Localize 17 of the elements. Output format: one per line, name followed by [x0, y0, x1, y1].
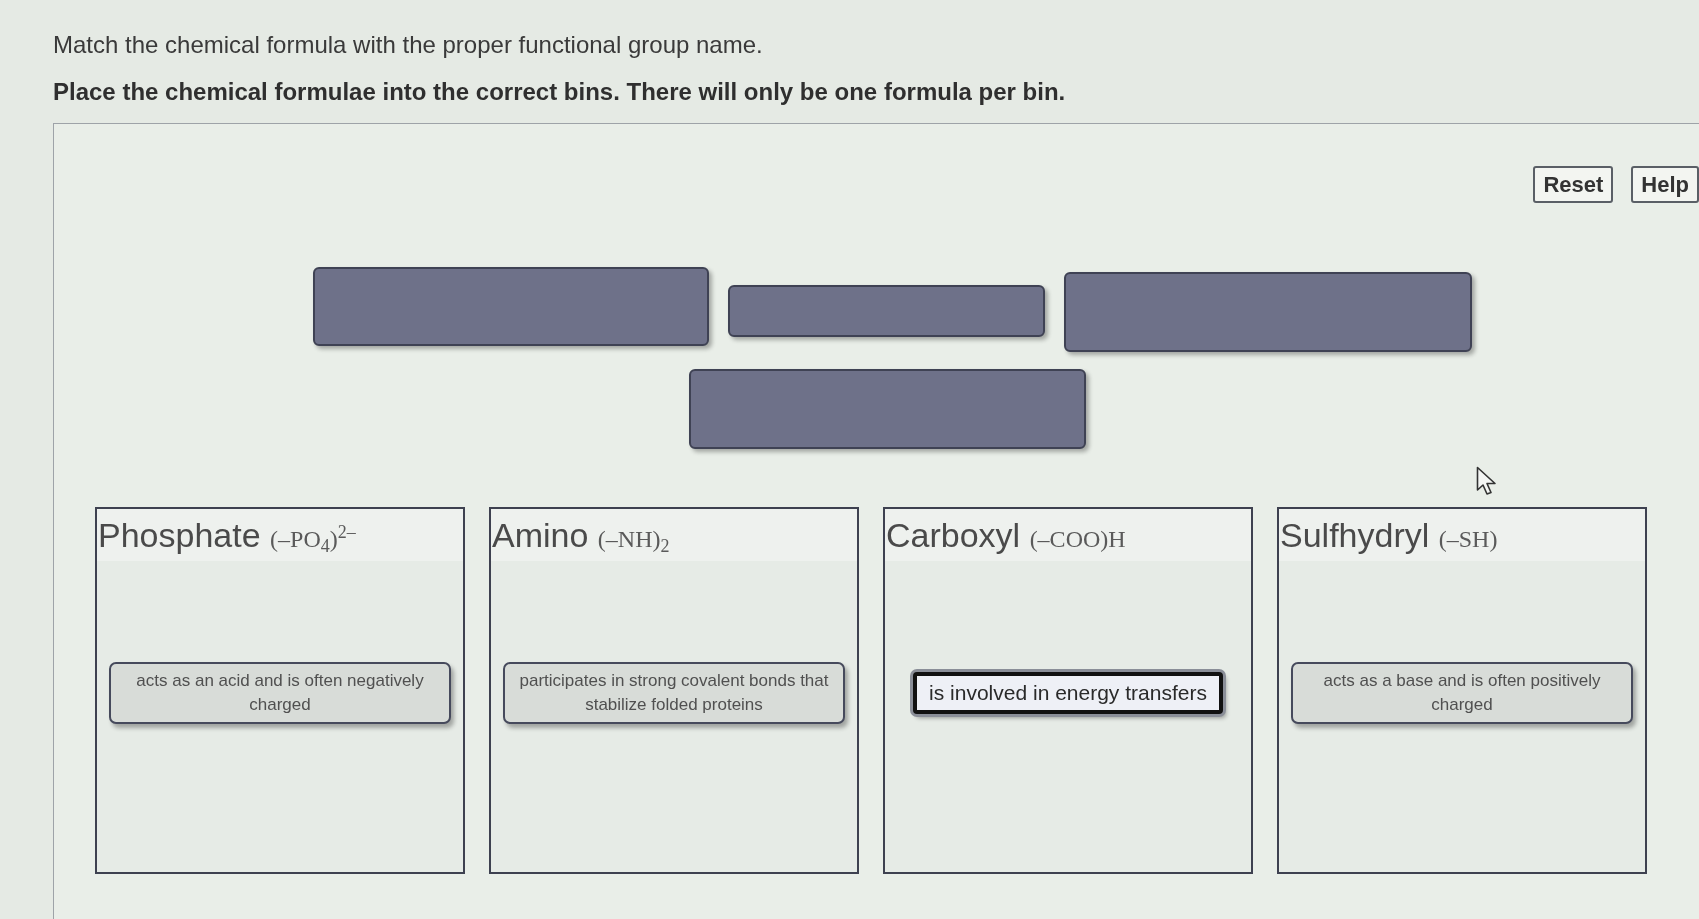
- drop-target[interactable]: [1064, 272, 1472, 352]
- reset-button[interactable]: Reset: [1533, 166, 1614, 203]
- instruction-text: Match the chemical formula with the proper functional group name.: [53, 30, 764, 60]
- drop-target[interactable]: [313, 267, 709, 346]
- answer-card[interactable]: is involved in energy transfers: [913, 672, 1223, 714]
- drop-target[interactable]: [689, 369, 1086, 449]
- drop-target[interactable]: [728, 285, 1045, 337]
- bin-heading: Sulfhydryl (–SH): [1279, 509, 1645, 561]
- bin-heading: Phosphate (–PO$_{4}$)$^{2–}$: [97, 509, 463, 561]
- answer-card[interactable]: acts as a base and is often positively charged: [1291, 662, 1633, 724]
- help-button[interactable]: Help: [1631, 166, 1699, 203]
- answer-card[interactable]: participates in strong covalent bonds that stabilize folded proteins: [503, 662, 845, 724]
- answer-card[interactable]: acts as an acid and is often negatively charged: [109, 662, 451, 724]
- cursor-icon: [1476, 466, 1498, 496]
- bin-heading: Carboxyl (–COO)H: [885, 509, 1251, 561]
- instruction-text: Place the chemical formulae into the correct bins. There will only be one formula per bin.: [53, 77, 1067, 107]
- bin-heading: Amino (–NH)$_{2}$: [491, 509, 857, 561]
